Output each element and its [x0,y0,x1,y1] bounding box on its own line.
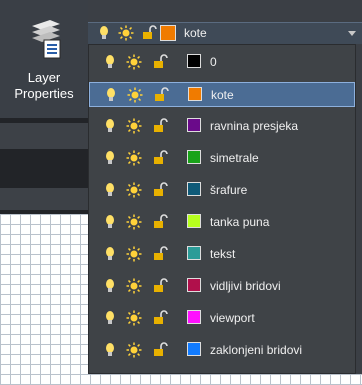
unlock-icon[interactable] [153,87,169,103]
unlock-icon[interactable] [152,342,168,358]
list-edge [356,44,362,374]
layer-properties-label: Layer Properties [0,70,88,102]
sun-icon[interactable] [126,246,142,262]
layer-properties-button[interactable]: Layer Properties [0,0,88,118]
layer-color-swatch[interactable] [187,118,201,132]
unlock-icon[interactable] [152,182,168,198]
sun-icon[interactable] [126,214,142,230]
lightbulb-icon[interactable] [96,25,112,41]
layer-name: šrafure [210,183,248,197]
sun-icon[interactable] [126,310,142,326]
layer-row[interactable]: vidljivi bridovi [89,274,355,299]
layer-row[interactable]: tanka puna [89,210,355,235]
layer-color-swatch[interactable] [187,278,201,292]
sun-icon[interactable] [118,25,134,41]
layer-properties-icon [32,20,61,59]
layer-name: kote [211,88,234,102]
layer-color-swatch[interactable] [187,246,201,260]
unlock-icon[interactable] [141,25,157,41]
unlock-icon[interactable] [152,150,168,166]
sun-icon[interactable] [126,54,142,70]
sun-icon[interactable] [126,118,142,134]
unlock-icon[interactable] [152,54,168,70]
sun-icon[interactable] [126,182,142,198]
layer-color-swatch[interactable] [187,214,201,228]
layer-name: simetrale [210,151,259,165]
layer-color-swatch[interactable] [187,182,201,196]
layer-row[interactable]: tekst [89,242,355,267]
sun-icon[interactable] [127,87,143,103]
layer-row[interactable]: ravnina presjeka [89,114,355,139]
chevron-down-icon[interactable] [348,31,356,36]
unlock-icon[interactable] [152,246,168,262]
unlock-icon[interactable] [152,118,168,134]
lightbulb-icon[interactable] [102,310,118,326]
sun-icon[interactable] [126,278,142,294]
layer-name: viewport [210,311,255,325]
lightbulb-icon[interactable] [102,342,118,358]
layer-color-swatch[interactable] [187,342,201,356]
lightbulb-icon[interactable] [102,214,118,230]
layer-color-swatch[interactable] [187,54,201,68]
layer-name: zaklonjeni bridovi [210,343,303,357]
layer-row[interactable]: simetrale [89,146,355,171]
lightbulb-icon[interactable] [102,54,118,70]
lightbulb-icon[interactable] [102,246,118,262]
lightbulb-icon[interactable] [102,278,118,294]
layer-name: ravnina presjeka [210,119,299,133]
lightbulb-icon[interactable] [103,87,119,103]
unlock-icon[interactable] [152,310,168,326]
layer-name: 0 [210,55,217,69]
sun-icon[interactable] [126,150,142,166]
layer-row[interactable]: šrafure [89,178,355,203]
layer-properties-label-line2: Properties [14,86,74,101]
left-panel-bar [0,123,88,149]
sun-icon[interactable] [126,342,142,358]
layer-color-swatch[interactable] [187,150,201,164]
current-layer-name: kote [184,26,207,40]
layer-color-swatch[interactable] [188,87,202,101]
layer-properties-label-line1: Layer [27,70,61,85]
layer-row[interactable]: zaklonjeni bridovi [89,338,355,363]
unlock-icon[interactable] [152,214,168,230]
unlock-icon[interactable] [152,278,168,294]
layer-color-swatch[interactable] [160,25,176,41]
layer-name: vidljivi bridovi [210,279,281,293]
layer-row[interactable]: kote [89,82,355,107]
left-panel-bar-2 [0,188,88,210]
layer-color-swatch[interactable] [187,310,201,324]
lightbulb-icon[interactable] [102,182,118,198]
layer-name: tanka puna [210,215,270,229]
lightbulb-icon[interactable] [102,118,118,134]
lightbulb-icon[interactable] [102,150,118,166]
layer-row[interactable]: viewport [89,306,355,331]
layer-dropdown[interactable]: kote [88,22,362,44]
layer-name: tekst [210,247,236,261]
layer-dropdown-list: 0 kote ravnina presjeka simetrale šrafure tan… [88,44,356,374]
layer-row[interactable]: 0 [89,50,355,75]
